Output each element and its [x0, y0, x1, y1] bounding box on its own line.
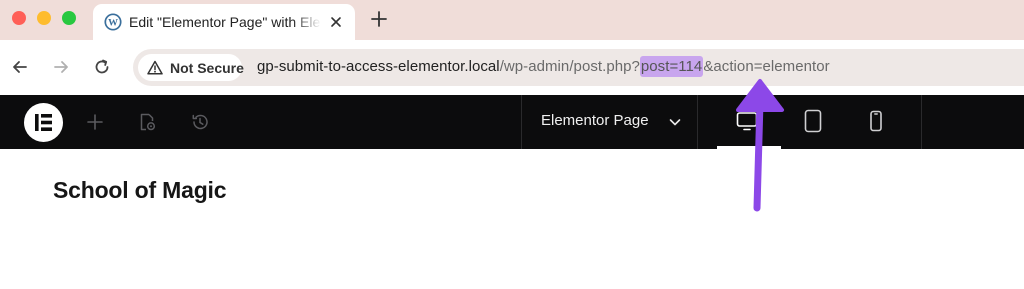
url-post-id-highlight: post=114	[639, 56, 704, 77]
reload-icon[interactable]	[92, 57, 112, 77]
security-label: Not Secure	[170, 60, 244, 76]
elementor-top-bar: Elementor Page	[0, 95, 1024, 149]
maximize-window-button[interactable]	[62, 11, 76, 25]
mobile-icon[interactable]	[864, 109, 888, 133]
arrow-right-icon[interactable]	[51, 57, 71, 77]
divider	[921, 95, 922, 149]
browser-tab-strip: W Edit "Elementor Page" with Elementor	[0, 0, 1024, 40]
history-icon[interactable]	[190, 112, 210, 132]
elementor-logo[interactable]	[24, 103, 63, 142]
wordpress-icon: W	[104, 13, 122, 31]
divider	[521, 95, 522, 149]
svg-text:W: W	[108, 18, 118, 29]
tablet-icon[interactable]	[801, 109, 825, 133]
url-path: /wp-admin/post.php?	[499, 58, 640, 75]
url-host: gp-submit-to-access-elementor.local	[257, 58, 500, 75]
plus-icon[interactable]	[368, 8, 390, 30]
security-indicator[interactable]: Not Secure	[138, 54, 244, 81]
chevron-down-icon[interactable]	[669, 117, 681, 127]
minimize-window-button[interactable]	[37, 11, 51, 25]
address-bar[interactable]: Not Secure gp-submit-to-access-elementor…	[133, 49, 1024, 86]
close-tab-icon[interactable]	[327, 13, 345, 31]
browser-tab-active[interactable]: W Edit "Elementor Page" with Elementor	[93, 4, 355, 40]
page-heading[interactable]: School of Magic	[53, 177, 227, 204]
warning-triangle-icon	[147, 60, 163, 75]
close-window-button[interactable]	[12, 11, 26, 25]
tab-title: Edit "Elementor Page" with Elementor	[129, 14, 321, 30]
page-settings-icon[interactable]	[137, 112, 157, 132]
arrow-left-icon[interactable]	[10, 57, 30, 77]
annotation-arrow	[736, 79, 784, 212]
editor-canvas[interactable]: School of Magic	[0, 149, 1024, 289]
divider	[697, 95, 698, 149]
browser-toolbar: Not Secure gp-submit-to-access-elementor…	[0, 40, 1024, 95]
plus-icon[interactable]	[85, 112, 105, 132]
elementor-logo-icon	[35, 114, 52, 131]
page-selector-label[interactable]: Elementor Page	[541, 112, 649, 129]
